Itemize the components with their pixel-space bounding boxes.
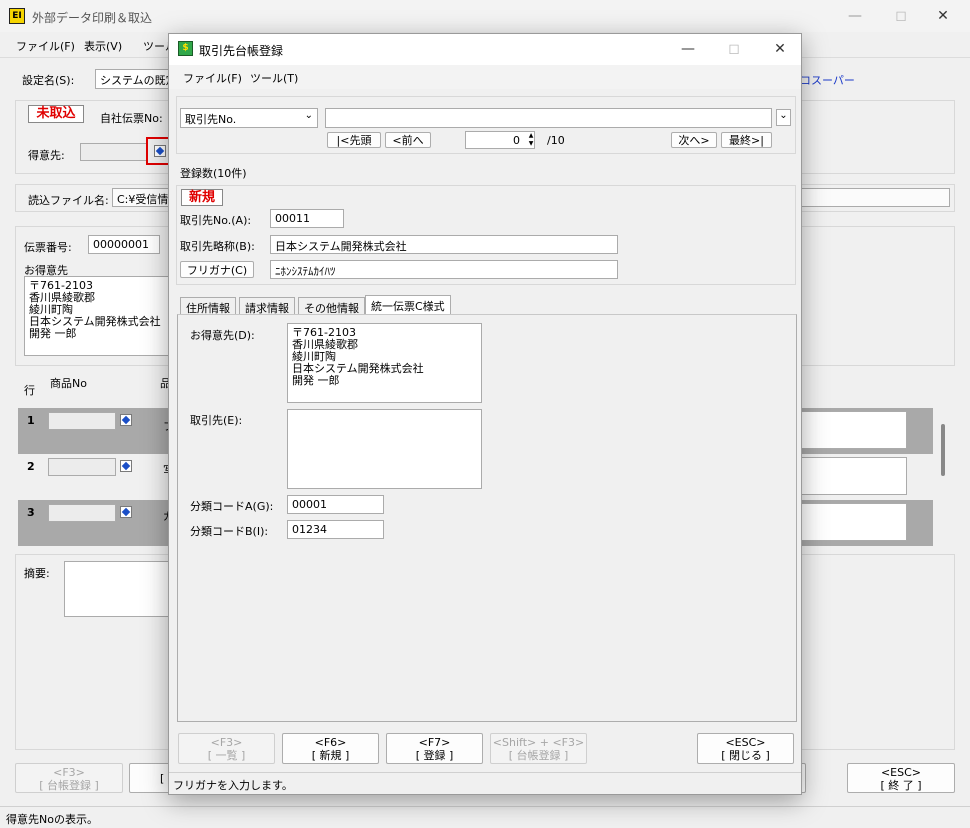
partner-label: 取引先(E): [190,414,243,427]
voucher-no-label: 自社伝票No: [100,112,163,125]
summary-label: 摘要: [24,567,50,580]
main-status-text: 得意先Noの表示。 [6,813,98,826]
record-total: /10 [547,134,565,147]
search-dropdown-icon[interactable]: ⌄ [776,109,791,126]
row-number: 1 [27,414,35,427]
slip-no-field[interactable]: 00000001 [88,235,160,254]
dialog-app-icon: $ [178,41,193,56]
read-file-label: 読込ファイル名: [28,194,109,207]
new-button[interactable]: <F6> [ 新規 ] [282,733,379,764]
row-right-field[interactable] [800,457,907,495]
main-titlebar: EI 外部データ印刷＆取込 — ◻ ✕ [0,0,970,32]
tab-billing[interactable]: 請求情報 [239,297,295,315]
status-badge: 未取込 [28,105,84,123]
dialog-title: 取引先台帳登録 [199,44,284,58]
dialog-menubar: ファイル(F) ツール(T) [169,65,801,89]
partner-textarea[interactable] [287,409,482,489]
main-f3-button[interactable]: <F3> [ 台帳登録 ] [15,763,123,793]
row-product-no-field[interactable] [48,458,116,476]
super-link[interactable]: コスーパー [800,72,855,88]
main-window-title: 外部データ印刷＆取込 [32,11,153,25]
row-picker-icon[interactable] [120,414,132,426]
tab-unified-slip[interactable]: 統一伝票C様式 [365,295,451,315]
maximize-icon[interactable]: ◻ [878,0,924,32]
minimize-icon[interactable]: — [832,0,878,32]
class-a-field[interactable]: 00001 [287,495,384,514]
class-a-label: 分類コードA(G): [190,500,274,513]
col-row-header: 行 [24,384,35,397]
recipient-label: お得意先(D): [190,329,255,342]
tab-address[interactable]: 住所情報 [180,297,236,315]
row-product-no-field[interactable] [48,412,116,430]
dialog-maximize-icon[interactable]: ◻ [711,33,757,65]
read-file-field-right[interactable] [800,188,950,207]
tab-panel [177,314,797,722]
settings-select[interactable]: システムの既定 [95,69,175,89]
search-field-select[interactable]: 取引先No. ⌄ [180,108,318,128]
row-number: 3 [27,506,35,519]
prev-button[interactable]: <前へ [385,132,431,148]
summary-field[interactable] [64,561,174,617]
last-button[interactable]: 最終>| [721,132,772,148]
customer-picker-icon[interactable] [154,145,166,157]
close-button[interactable]: <ESC> [ 閉じる ] [697,733,794,764]
partner-no-label: 取引先No.(A): [180,214,252,227]
class-b-label: 分類コードB(I): [190,525,269,538]
dialog-minimize-icon[interactable]: — [665,33,711,65]
dialog-status-bar: フリガナを入力します。 [169,772,801,794]
dialog-titlebar: $ 取引先台帳登録 — ◻ ✕ [169,34,801,65]
slip-no-label: 伝票番号: [24,241,72,254]
close-icon[interactable]: ✕ [920,0,966,32]
new-badge: 新規 [181,189,223,206]
row-picker-icon[interactable] [120,506,132,518]
next-button[interactable]: 次へ> [671,132,717,148]
ledger-register-button[interactable]: <Shift> + <F3> [ 台帳登録 ] [490,733,587,764]
main-status-bar: 得意先Noの表示。 [0,806,970,828]
app-icon: EI [9,8,25,24]
row-number: 2 [27,460,35,473]
read-file-field[interactable]: C:¥受信情報 [112,188,172,207]
search-field-value: 取引先No. [185,113,237,126]
customer-code-field[interactable] [80,143,148,161]
record-number-field[interactable]: 0 [465,131,535,149]
search-input[interactable] [325,108,772,128]
recipient-textarea[interactable]: 〒761-2103 香川県綾歌郡 綾川町陶 日本システム開発株式会社 開発 一郎 [287,323,482,403]
record-count: 登録数(10件) [180,167,247,180]
menu-file[interactable]: ファイル(F) [16,38,75,54]
dialog-status-text: フリガナを入力します。 [173,779,293,792]
list-button[interactable]: <F3> [ 一覧 ] [178,733,275,764]
customer-address-box[interactable]: 〒761-2103 香川県綾歌郡 綾川町陶 日本システム開発株式会社 開発 一郎 [24,276,170,356]
furigana-button[interactable]: フリガナ(C) [180,261,254,278]
dialog-menu-tools[interactable]: ツール(T) [250,70,298,86]
settings-label: 設定名(S): [22,74,75,87]
dialog-close-icon[interactable]: ✕ [757,33,803,65]
chevron-down-icon: ⌄ [304,110,313,121]
record-spinner-icon[interactable]: ▲ ▼ [527,132,535,148]
first-button[interactable]: |<先頭 [327,132,381,148]
row-product-no-field[interactable] [48,504,116,522]
partner-no-field[interactable]: 00011 [270,209,344,228]
detail-scrollbar-thumb[interactable] [941,424,945,476]
row-right-field[interactable] [800,503,907,541]
row-picker-icon[interactable] [120,460,132,472]
short-name-label: 取引先略称(B): [180,240,255,253]
col-product-no-header: 商品No [50,377,87,390]
register-button[interactable]: <F7> [ 登録 ] [386,733,483,764]
row-right-field[interactable] [800,411,907,449]
furigana-field[interactable]: ﾆﾎﾝｼｽﾃﾑｶｲﾊﾂ [270,260,618,279]
dialog-menu-file[interactable]: ファイル(F) [183,70,242,86]
short-name-field[interactable]: 日本システム開発株式会社 [270,235,618,254]
customer-label: 得意先: [28,149,65,162]
exit-button[interactable]: <ESC> [ 終 了 ] [847,763,955,793]
class-b-field[interactable]: 01234 [287,520,384,539]
tab-other[interactable]: その他情報 [298,297,365,315]
menu-view[interactable]: 表示(V) [84,38,122,54]
record-number-value: 0 [513,134,520,147]
